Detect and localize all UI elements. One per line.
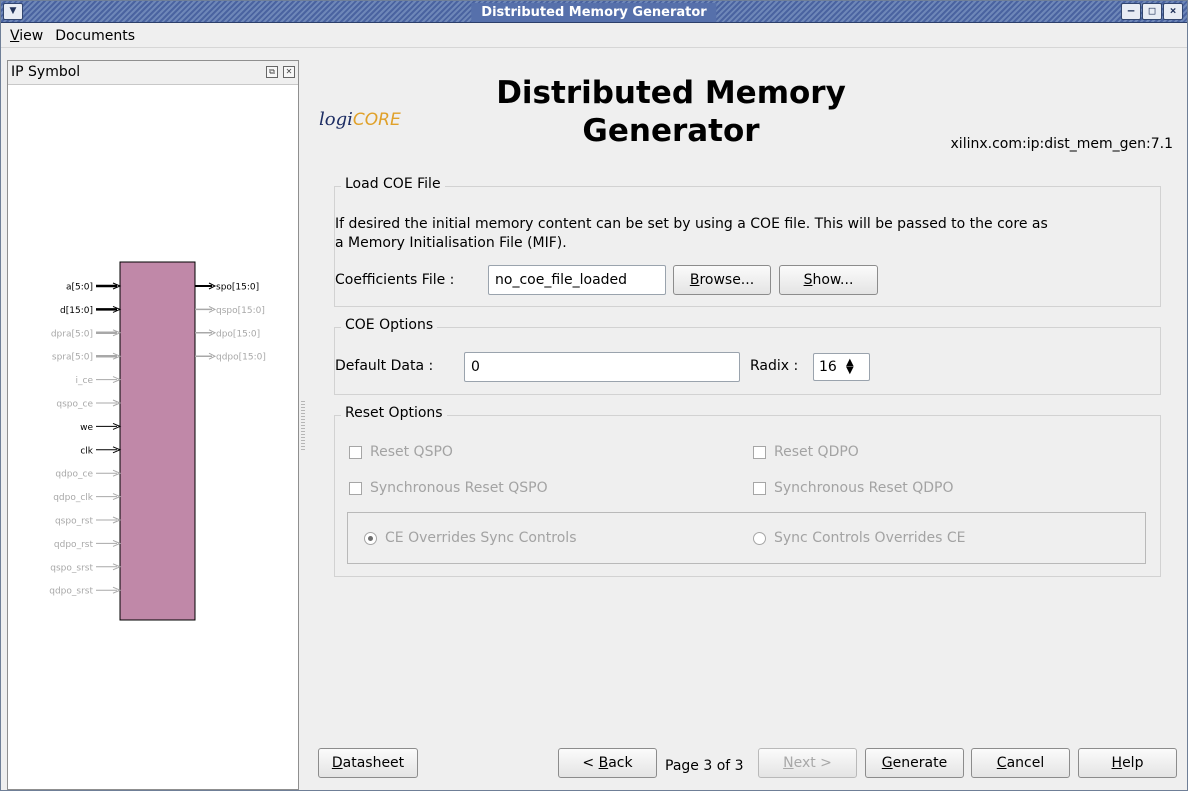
coe-options-legend: COE Options — [341, 317, 438, 333]
input-pin-label: d[15:0] — [60, 306, 93, 316]
default-data-field[interactable]: 0 — [464, 352, 740, 382]
dialog-window: ▼ Distributed Memory Generator – □ × Vie… — [0, 0, 1188, 791]
default-data-label: Default Data : — [335, 358, 434, 374]
output-pin-label: qspo[15:0] — [216, 306, 265, 316]
checkbox-icon — [753, 481, 766, 495]
window-title: Distributed Memory Generator — [471, 3, 717, 22]
input-pin-label: qdpo_srst — [49, 587, 93, 597]
ip-symbol-panel: IP Symbol ⧉ ✕ a[5:0] d[15:0] dpra[5:0] spra… — [7, 60, 299, 790]
window-controls: – □ × — [1121, 3, 1183, 20]
minimize-icon[interactable]: – — [1121, 3, 1141, 20]
input-pin-label: qspo_rst — [55, 517, 94, 527]
input-pin-label: dpra[5:0] — [51, 329, 93, 339]
logicore-logo: logiCORE — [319, 109, 401, 130]
output-pin-label: dpo[15:0] — [216, 329, 260, 339]
undock-icon[interactable]: ⧉ — [266, 66, 278, 78]
checkbox-icon — [753, 445, 766, 459]
input-pin-label: qdpo_clk — [53, 493, 94, 503]
maximize-icon[interactable]: □ — [1142, 3, 1162, 20]
menu-bar: View Documents — [1, 24, 1187, 48]
input-pin-label: we — [80, 423, 93, 433]
input-pin-label: qdpo_ce — [55, 470, 93, 480]
reset-options-group: Reset Options Reset QSPO Reset QDPO Sync… — [334, 405, 1161, 577]
core-vlnv: xilinx.com:ip:dist_mem_gen:7.1 — [950, 136, 1173, 152]
next-button[interactable]: Next > — [758, 748, 857, 778]
sync-reset-qdpo-checkbox[interactable]: Synchronous Reset QDPO — [753, 480, 954, 496]
show-button[interactable]: Show... — [779, 265, 878, 295]
close-icon[interactable]: × — [1163, 3, 1183, 20]
input-pin-label: a[5:0] — [66, 283, 93, 293]
menu-view[interactable]: View — [9, 28, 44, 44]
ce-overrides-radio[interactable]: CE Overrides Sync Controls — [364, 530, 576, 546]
input-pin-label: qspo_srst — [50, 563, 93, 573]
ip-symbol-header: IP Symbol ⧉ ✕ — [8, 61, 298, 85]
reset-qdpo-checkbox[interactable]: Reset QDPO — [753, 444, 859, 460]
coe-options-group: COE Options Default Data : 0 Radix : 16 … — [334, 317, 1161, 395]
sync-overrides-radio[interactable]: Sync Controls Overrides CE — [753, 530, 965, 546]
checkbox-icon — [349, 481, 362, 495]
load-coe-description-2: a Memory Initialisation File (MIF). — [335, 235, 567, 251]
back-button[interactable]: < Back — [558, 748, 657, 778]
sync-reset-qspo-checkbox[interactable]: Synchronous Reset QSPO — [349, 480, 548, 496]
panel-close-icon[interactable]: ✕ — [283, 66, 295, 78]
menu-documents[interactable]: Documents — [54, 28, 136, 44]
panel-splitter[interactable] — [301, 401, 305, 451]
load-coe-description-1: If desired the initial memory content ca… — [335, 216, 1048, 232]
input-pin-label: qdpo_rst — [54, 540, 94, 550]
load-coe-legend: Load COE File — [341, 176, 445, 192]
input-pin-label: qspo_ce — [56, 400, 93, 410]
cancel-button[interactable]: Cancel — [971, 748, 1070, 778]
input-pin-label: clk — [80, 446, 93, 456]
page-title: Distributed Memory Generator — [496, 75, 846, 149]
output-pin-label: spo[15:0] — [216, 283, 259, 293]
ip-symbol-diagram: a[5:0] d[15:0] dpra[5:0] spra[5:0] i_ce qspo_… — [49, 261, 266, 621]
output-pin-label: qdpo[15:0] — [216, 353, 266, 363]
window-menu-icon[interactable]: ▼ — [3, 3, 23, 20]
title-bar[interactable]: ▼ Distributed Memory Generator – □ × — [1, 1, 1187, 23]
load-coe-group: Load COE File If desired the initial mem… — [334, 176, 1161, 307]
radix-label: Radix : — [750, 358, 799, 374]
input-pin-label: i_ce — [76, 376, 94, 386]
datasheet-button[interactable]: Datasheet — [318, 748, 418, 778]
input-pin-label: spra[5:0] — [52, 353, 93, 363]
help-button[interactable]: Help — [1078, 748, 1177, 778]
radix-value: 16 — [819, 359, 837, 375]
radio-unselected-icon — [753, 531, 766, 545]
radio-selected-icon — [364, 531, 377, 545]
reset-qspo-checkbox[interactable]: Reset QSPO — [349, 444, 453, 460]
page-indicator: Page 3 of 3 — [665, 758, 744, 774]
generate-button[interactable]: Generate — [865, 748, 964, 778]
ip-symbol-title: IP Symbol — [11, 64, 81, 80]
coefficients-file-field[interactable]: no_coe_file_loaded — [488, 265, 666, 295]
reset-options-legend: Reset Options — [341, 405, 447, 421]
coefficients-file-label: Coefficients File : — [335, 272, 455, 288]
browse-button[interactable]: Browse... — [673, 265, 771, 295]
memory-block — [119, 261, 196, 621]
spinner-arrows-icon[interactable]: ▲ ▼ — [843, 358, 857, 376]
sync-priority-frame: CE Overrides Sync Controls Sync Controls… — [347, 512, 1146, 564]
radix-spinner[interactable]: 16 ▲ ▼ — [813, 353, 870, 381]
checkbox-icon — [349, 445, 362, 459]
